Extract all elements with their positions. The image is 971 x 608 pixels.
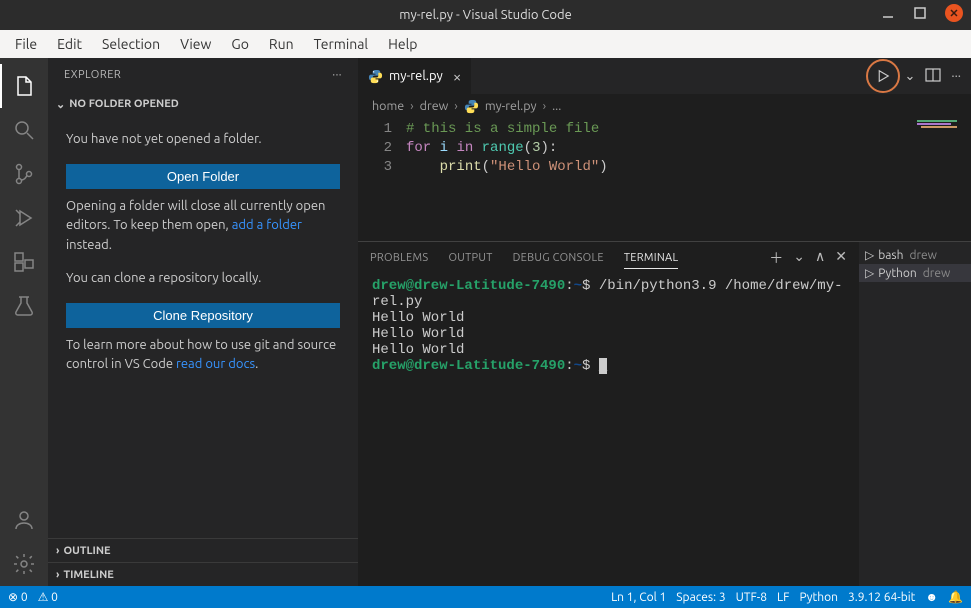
close-window-button[interactable]: ✕ [945, 4, 963, 22]
close-tab-icon[interactable]: × [453, 68, 461, 85]
explorer-section-label: NO FOLDER OPENED [69, 98, 179, 110]
menu-go[interactable]: Go [222, 33, 257, 55]
window-controls: ✕ [881, 4, 963, 22]
run-dropdown-icon[interactable]: ⌄ [904, 69, 915, 84]
breadcrumb-home[interactable]: home [372, 99, 404, 113]
maximize-panel-icon[interactable]: ∧ [815, 248, 825, 268]
activity-explorer-icon[interactable] [0, 64, 48, 108]
status-warnings[interactable]: ⚠ 0 [38, 590, 58, 604]
activity-bar [0, 58, 48, 586]
menu-run[interactable]: Run [260, 33, 303, 55]
explorer-body: You have not yet opened a folder. Open F… [48, 116, 358, 395]
menu-edit[interactable]: Edit [48, 33, 91, 55]
editor-more-icon[interactable]: ··· [951, 69, 961, 83]
maximize-button[interactable] [913, 6, 927, 20]
explorer-section-nofolder[interactable]: ⌄ NO FOLDER OPENED [48, 92, 358, 116]
line-gutter: 123 [358, 118, 406, 241]
read-docs-link[interactable]: read our docs [176, 357, 255, 371]
status-bar: ⊗ 0 ⚠ 0 Ln 1, Col 1 Spaces: 3 UTF-8 LF P… [0, 586, 971, 608]
new-terminal-icon[interactable]: ＋ [769, 248, 783, 268]
terminal-icon: ▷ [865, 248, 874, 262]
chevron-down-icon: ⌄ [56, 98, 65, 111]
status-notifications-icon[interactable]: 🔔 [948, 590, 963, 604]
menubar: File Edit Selection View Go Run Terminal… [0, 30, 971, 58]
window-titlebar: my-rel.py - Visual Studio Code ✕ [0, 0, 971, 30]
explorer-msg-openwarn: Opening a folder will close all currentl… [66, 197, 340, 256]
chevron-right-icon: › [56, 545, 59, 557]
status-encoding[interactable]: UTF-8 [736, 591, 767, 604]
activity-search-icon[interactable] [0, 108, 48, 152]
python-file-icon [464, 99, 479, 114]
activity-accounts-icon[interactable] [0, 498, 48, 542]
menu-selection[interactable]: Selection [93, 33, 169, 55]
explorer-title: EXPLORER [64, 69, 121, 81]
window-title: my-rel.py - Visual Studio Code [399, 8, 572, 22]
status-errors[interactable]: ⊗ 0 [8, 590, 28, 604]
tab-label: my-rel.py [389, 69, 443, 83]
timeline-section[interactable]: ›TIMELINE [48, 562, 358, 586]
chevron-right-icon: › [56, 569, 59, 581]
minimize-button[interactable] [881, 6, 895, 20]
python-file-icon [368, 69, 383, 84]
terminal-list: ▷bashdrew ▷Pythondrew [859, 242, 971, 586]
panel-tab-terminal[interactable]: TERMINAL [624, 248, 679, 269]
editor-actions: ⌄ ··· [866, 59, 971, 93]
terminal-icon: ▷ [865, 266, 874, 280]
explorer-sidebar: EXPLORER ··· ⌄ NO FOLDER OPENED You have… [48, 58, 358, 586]
breadcrumbs[interactable]: home› drew› my-rel.py› ... [358, 94, 971, 118]
status-eol[interactable]: LF [777, 591, 789, 604]
menu-help[interactable]: Help [379, 33, 426, 55]
panel-tab-output[interactable]: OUTPUT [448, 248, 492, 268]
editor-tab-myrelpy[interactable]: my-rel.py × [358, 58, 472, 94]
panel-tab-debug[interactable]: DEBUG CONSOLE [513, 248, 604, 268]
terminal-item-bash[interactable]: ▷bashdrew [859, 246, 971, 264]
open-folder-button[interactable]: Open Folder [66, 164, 340, 189]
terminal-item-python[interactable]: ▷Pythondrew [859, 264, 971, 282]
activity-scm-icon[interactable] [0, 152, 48, 196]
activity-extensions-icon[interactable] [0, 240, 48, 284]
breadcrumb-drew[interactable]: drew [420, 99, 449, 113]
editor-area: my-rel.py × ⌄ ··· home› drew› my-rel.py›… [358, 58, 971, 586]
code-editor[interactable]: 123 # this is a simple file for i in ran… [358, 118, 971, 241]
bottom-panel: PROBLEMS OUTPUT DEBUG CONSOLE TERMINAL ＋… [358, 241, 971, 586]
explorer-msg-clone: You can clone a repository locally. [66, 269, 340, 289]
editor-tabs: my-rel.py × ⌄ ··· [358, 58, 971, 94]
panel-tab-problems[interactable]: PROBLEMS [370, 248, 428, 268]
clone-repository-button[interactable]: Clone Repository [66, 303, 340, 328]
status-feedback-icon[interactable]: ☻ [925, 590, 938, 604]
status-interpreter[interactable]: 3.9.12 64-bit [848, 591, 915, 604]
breadcrumb-more[interactable]: ... [552, 99, 561, 113]
split-editor-icon[interactable] [925, 67, 941, 86]
minimap[interactable] [911, 118, 971, 241]
menu-view[interactable]: View [171, 33, 220, 55]
menu-file[interactable]: File [6, 33, 46, 55]
panel-tabs: PROBLEMS OUTPUT DEBUG CONSOLE TERMINAL ＋… [358, 242, 859, 274]
outline-section[interactable]: ›OUTLINE [48, 538, 358, 562]
add-folder-link[interactable]: add a folder [232, 218, 302, 232]
status-language[interactable]: Python [799, 591, 838, 604]
activity-settings-icon[interactable] [0, 542, 48, 586]
activity-testing-icon[interactable] [0, 284, 48, 328]
explorer-more-icon[interactable]: ··· [332, 69, 342, 81]
run-python-file-button[interactable] [866, 59, 900, 93]
explorer-header: EXPLORER ··· [48, 58, 358, 92]
terminal-output[interactable]: drew@drew-Latitude-7490:~$ /bin/python3.… [358, 274, 859, 586]
status-spaces[interactable]: Spaces: 3 [676, 591, 725, 604]
explorer-msg-docs: To learn more about how to use git and s… [66, 336, 340, 375]
explorer-msg-nofolder: You have not yet opened a folder. [66, 130, 340, 150]
terminal-dropdown-icon[interactable]: ⌄ [793, 248, 805, 268]
breadcrumb-file[interactable]: my-rel.py [485, 99, 537, 113]
activity-debug-icon[interactable] [0, 196, 48, 240]
menu-terminal[interactable]: Terminal [305, 33, 378, 55]
code-content[interactable]: # this is a simple file for i in range(3… [406, 118, 911, 241]
status-lncol[interactable]: Ln 1, Col 1 [611, 591, 666, 604]
close-panel-icon[interactable]: ✕ [835, 248, 847, 268]
